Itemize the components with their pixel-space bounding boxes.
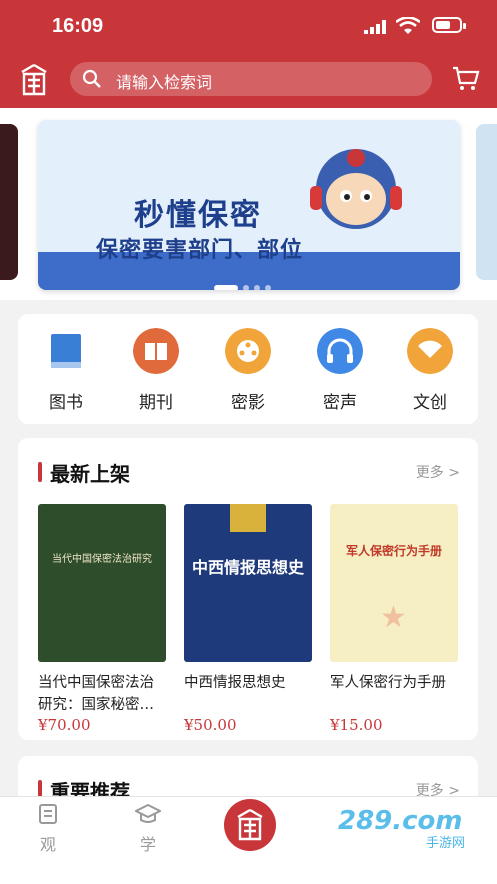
search-bar[interactable]: 请输入检索词 (70, 62, 432, 96)
banner-carousel[interactable]: 秒懂保密 保密要害部门、部位 (0, 108, 497, 300)
star-emblem: ★ (380, 600, 407, 635)
cover-title: 中西情报思想史 (191, 558, 304, 577)
book-price: ¥15.00 (330, 716, 383, 734)
tab-label: 学 (139, 835, 156, 854)
headphones-icon (317, 328, 363, 374)
section-accent-bar (38, 462, 42, 482)
book-icon (51, 334, 81, 368)
book-title: 当代中国保密法治研究：国家秘密… (38, 675, 154, 713)
carousel-indicator (214, 276, 276, 290)
book-card[interactable]: 当代中国保密法治研究 当代中国保密法治研究：国家秘密… ¥70.00 (38, 504, 166, 734)
tab-label: 观 (39, 835, 56, 854)
category-label: 文创 (413, 393, 447, 413)
signal-icon (364, 20, 386, 34)
category-grid: 图书 期刊 密影 密声 文创 (18, 314, 478, 424)
category-books[interactable]: 图书 (26, 328, 106, 413)
banner-next-slide[interactable] (476, 124, 497, 280)
cover-title: 军人保密行为手册 (345, 544, 442, 558)
app-logo-icon[interactable] (16, 62, 52, 98)
carousel-dot (243, 285, 249, 290)
cart-icon[interactable] (452, 66, 480, 92)
category-label: 图书 (49, 393, 83, 413)
category-films[interactable]: 密影 (208, 328, 288, 413)
category-journals[interactable]: 期刊 (116, 328, 196, 413)
book-price: ¥70.00 (38, 716, 91, 734)
film-icon (225, 328, 271, 374)
journal-icon (133, 328, 179, 374)
category-audio[interactable]: 密声 (300, 328, 380, 413)
book-card[interactable]: 中西情报思想史 中西情报思想史 ¥50.00 (184, 504, 312, 734)
app-header: 16:09 请输入检索词 (0, 0, 497, 108)
book-cover: 军人保密行为手册 ★ (330, 504, 458, 662)
carousel-dot (254, 285, 260, 290)
status-time: 16:09 (52, 15, 104, 37)
cover-emblem (230, 504, 266, 532)
graduation-cap-icon (133, 803, 163, 823)
more-link[interactable]: 更多 > (416, 462, 460, 482)
search-placeholder: 请输入检索词 (116, 73, 213, 92)
carousel-dot (265, 285, 271, 290)
carousel-dot-active (214, 285, 238, 290)
home-logo-button[interactable] (224, 799, 276, 851)
tab-study[interactable]: 学 (118, 803, 178, 855)
watermark-sub: 手游网 (426, 836, 466, 851)
tab-view[interactable]: 观 (18, 803, 78, 855)
banner-title: 秒懂保密 (134, 198, 262, 233)
banner-subtitle: 保密要害部门、部位 (96, 238, 304, 263)
book-title: 中西情报思想史 (184, 675, 286, 691)
banner-slide[interactable]: 秒懂保密 保密要害部门、部位 (38, 120, 460, 290)
book-title: 军人保密行为手册 (330, 675, 446, 691)
book-cover: 中西情报思想史 (184, 504, 312, 662)
wifi-icon (396, 17, 420, 34)
banner-prev-slide[interactable] (0, 124, 18, 280)
new-arrivals-section: 最新上架 更多 > 当代中国保密法治研究 当代中国保密法治研究：国家秘密… ¥7… (18, 438, 478, 740)
category-label: 密声 (323, 393, 357, 413)
category-creative[interactable]: 文创 (390, 328, 470, 413)
app-logo-icon (237, 808, 263, 841)
mascot-illustration (310, 149, 402, 229)
battery-icon (432, 17, 466, 33)
category-label: 密影 (231, 393, 265, 413)
category-label: 期刊 (139, 393, 173, 413)
status-bar: 16:09 (0, 0, 497, 52)
fan-icon (407, 328, 453, 374)
book-price: ¥50.00 (184, 716, 237, 734)
book-cover: 当代中国保密法治研究 (38, 504, 166, 662)
book-card[interactable]: 军人保密行为手册 ★ 军人保密行为手册 ¥15.00 (330, 504, 458, 734)
cover-title: 当代中国保密法治研究 (52, 554, 152, 565)
search-icon (82, 69, 101, 88)
section-title: 最新上架 (50, 462, 130, 486)
document-icon (39, 804, 57, 824)
